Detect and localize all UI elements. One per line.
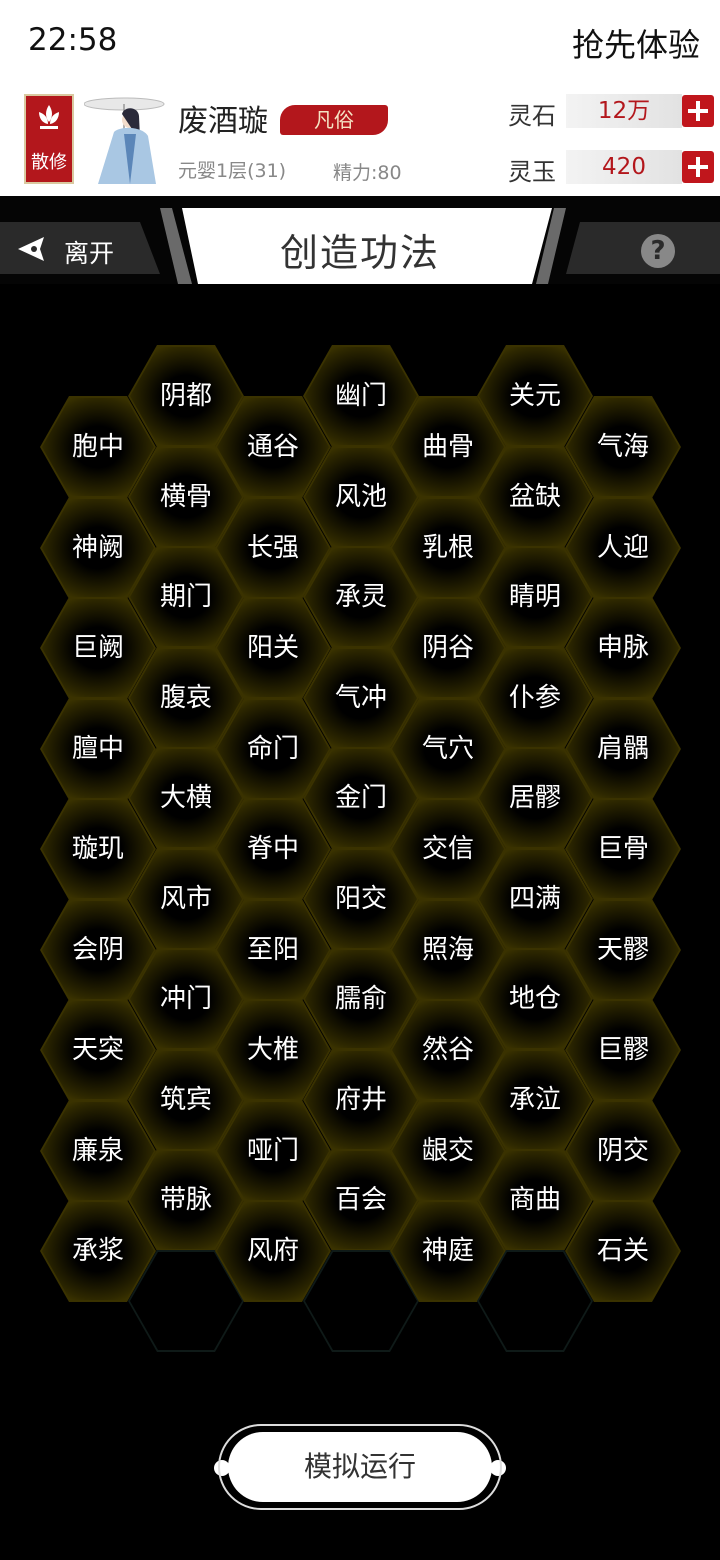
simulate-run-button[interactable]: 模拟运行	[228, 1432, 492, 1502]
simulate-run-control: 模拟运行	[214, 1422, 506, 1512]
meridian-hex-grid: 胞中 神阙 巨阙 膻中 璇玑 会阴 天突 廉泉 承浆 阴都 横骨 期门 腹哀 大横 风市 冲门 筑宾 带脉 通谷 长强…	[0, 0, 720, 1560]
